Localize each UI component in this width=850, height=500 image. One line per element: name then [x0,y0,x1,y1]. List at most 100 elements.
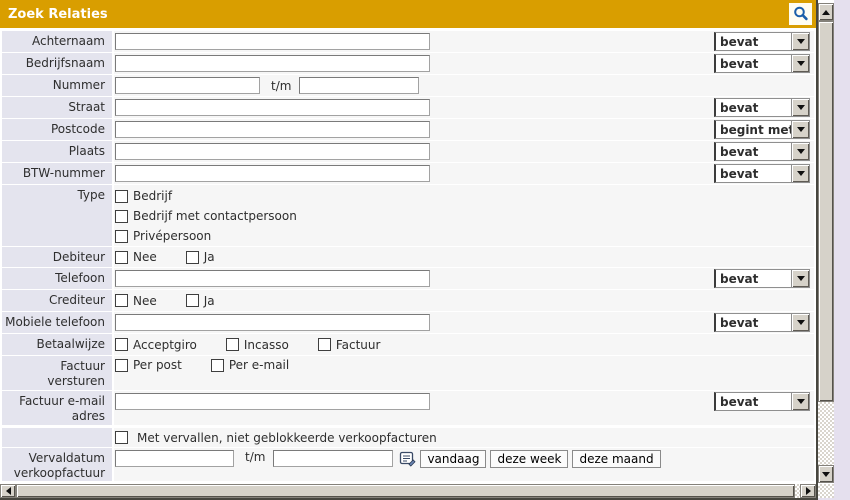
field-label: Factuur versturen [2,356,112,390]
nummer-tm-input[interactable] [299,77,419,94]
checkbox-label: Acceptgiro [133,338,197,352]
chevron-down-icon [791,165,809,182]
vervaldatum-van-input[interactable] [115,450,234,467]
row-vervaldatum-verkoopfactuur: Vervaldatum verkoopfactuur t/m vandaag d… [2,448,814,481]
vervaldatum-tm-input[interactable] [273,450,393,467]
vertical-scroll-track[interactable] [818,402,834,465]
calendar-picker-icon[interactable] [399,450,416,467]
chevron-down-icon [791,33,809,50]
straat-input[interactable] [115,99,430,116]
checkbox-label: Incasso [244,338,289,352]
row-telefoon: Telefoon bevat [2,268,814,289]
field-label: BTW-nummer [2,163,112,184]
search-button[interactable] [789,3,812,25]
range-separator: t/m [245,450,265,464]
chevron-down-icon [791,270,809,287]
row-debiteur: Debiteur Nee Ja [2,247,814,267]
row-postcode: Postcode begint met [2,119,814,140]
achternaam-input[interactable] [115,33,430,50]
scroll-up-button[interactable] [818,3,834,21]
match-value: bevat [716,395,791,409]
scroll-down-button[interactable] [818,465,834,483]
search-icon [792,5,810,23]
plaats-match-select[interactable]: bevat [714,142,810,161]
field-label: Type [2,185,112,246]
versturen-per-email-checkbox[interactable] [211,359,224,372]
field-label: Crediteur [2,290,112,311]
checkbox-label: Met vervallen, niet geblokkeerde verkoop… [137,431,437,445]
type-bedrijf-contactpersoon-checkbox[interactable] [115,210,128,223]
field-label: Nummer [2,75,112,96]
telefoon-match-select[interactable]: bevat [714,269,810,288]
match-value: bevat [716,167,791,181]
crediteur-ja-checkbox[interactable] [186,294,199,307]
chevron-down-icon [791,314,809,331]
row-achternaam: Achternaam bevat [2,31,814,52]
zoek-relaties-panel: Zoek Relaties Achternaam bevat Bedrijf [0,0,818,500]
mobiele-telefoon-input[interactable] [115,314,430,331]
versturen-per-post-checkbox[interactable] [115,359,128,372]
row-plaats: Plaats bevat [2,141,814,162]
row-met-vervallen: Met vervallen, niet geblokkeerde verkoop… [2,428,814,447]
straat-match-select[interactable]: bevat [714,98,810,117]
checkbox-label: Ja [204,250,215,264]
field-label: Plaats [2,141,112,162]
row-nummer: Nummer t/m [2,75,814,96]
debiteur-nee-checkbox[interactable] [115,251,128,264]
page-title: Zoek Relaties [0,7,108,22]
deze-maand-button[interactable]: deze maand [572,450,660,468]
row-btw-nummer: BTW-nummer bevat [2,163,814,184]
scroll-right-button[interactable] [800,484,816,498]
nummer-van-input[interactable] [115,77,260,94]
scrollbar-corner [818,484,834,498]
vandaag-button[interactable]: vandaag [420,450,486,468]
postcode-input[interactable] [115,121,430,138]
mobiele-telefoon-match-select[interactable]: bevat [714,313,810,332]
match-value: bevat [716,145,791,159]
factuur-email-input[interactable] [115,393,430,410]
met-vervallen-checkbox[interactable] [115,431,128,444]
row-straat: Straat bevat [2,97,814,118]
horizontal-scrollbar[interactable] [0,484,816,498]
field-label: Postcode [2,119,112,140]
telefoon-input[interactable] [115,270,430,287]
row-crediteur: Crediteur Nee Ja [2,290,814,311]
vertical-scrollbar[interactable] [818,0,834,484]
search-form: Achternaam bevat Bedrijfsnaam bevat Numm… [0,28,816,484]
row-type: Type Bedrijf Bedrijf met contactpersoon … [2,185,814,246]
field-label: Achternaam [2,31,112,52]
vertical-scroll-thumb[interactable] [818,21,834,402]
type-privepersoon-checkbox[interactable] [115,230,128,243]
factuur-email-match-select[interactable]: bevat [714,392,810,411]
match-value: bevat [716,316,791,330]
checkbox-label: Per e-mail [229,358,289,372]
deze-week-button[interactable]: deze week [490,450,568,468]
betaalwijze-acceptgiro-checkbox[interactable] [115,338,128,351]
achternaam-match-select[interactable]: bevat [714,32,810,51]
betaalwijze-incasso-checkbox[interactable] [226,338,239,351]
bedrijfsnaam-match-select[interactable]: bevat [714,54,810,73]
checkbox-label: Nee [133,250,157,264]
btw-match-select[interactable]: bevat [714,164,810,183]
scroll-left-button[interactable] [0,484,16,498]
crediteur-nee-checkbox[interactable] [115,294,128,307]
plaats-input[interactable] [115,143,430,160]
postcode-match-select[interactable]: begint met [714,120,810,139]
field-label: Betaalwijze [2,334,112,355]
debiteur-ja-checkbox[interactable] [186,251,199,264]
checkbox-label: Privépersoon [133,229,211,243]
field-label: Factuur e-mail adres [2,391,112,425]
betaalwijze-factuur-checkbox[interactable] [318,338,331,351]
field-label [2,428,112,447]
chevron-down-icon [791,99,809,116]
type-bedrijf-checkbox[interactable] [115,190,128,203]
horizontal-scroll-thumb[interactable] [16,484,795,498]
chevron-down-icon [791,143,809,160]
btw-nummer-input[interactable] [115,165,430,182]
bedrijfsnaam-input[interactable] [115,55,430,72]
title-bar: Zoek Relaties [0,0,816,28]
checkbox-label: Ja [204,294,215,308]
row-mobiele-telefoon: Mobiele telefoon bevat [2,312,814,333]
range-separator: t/m [271,79,291,93]
field-label: Mobiele telefoon [2,312,112,333]
